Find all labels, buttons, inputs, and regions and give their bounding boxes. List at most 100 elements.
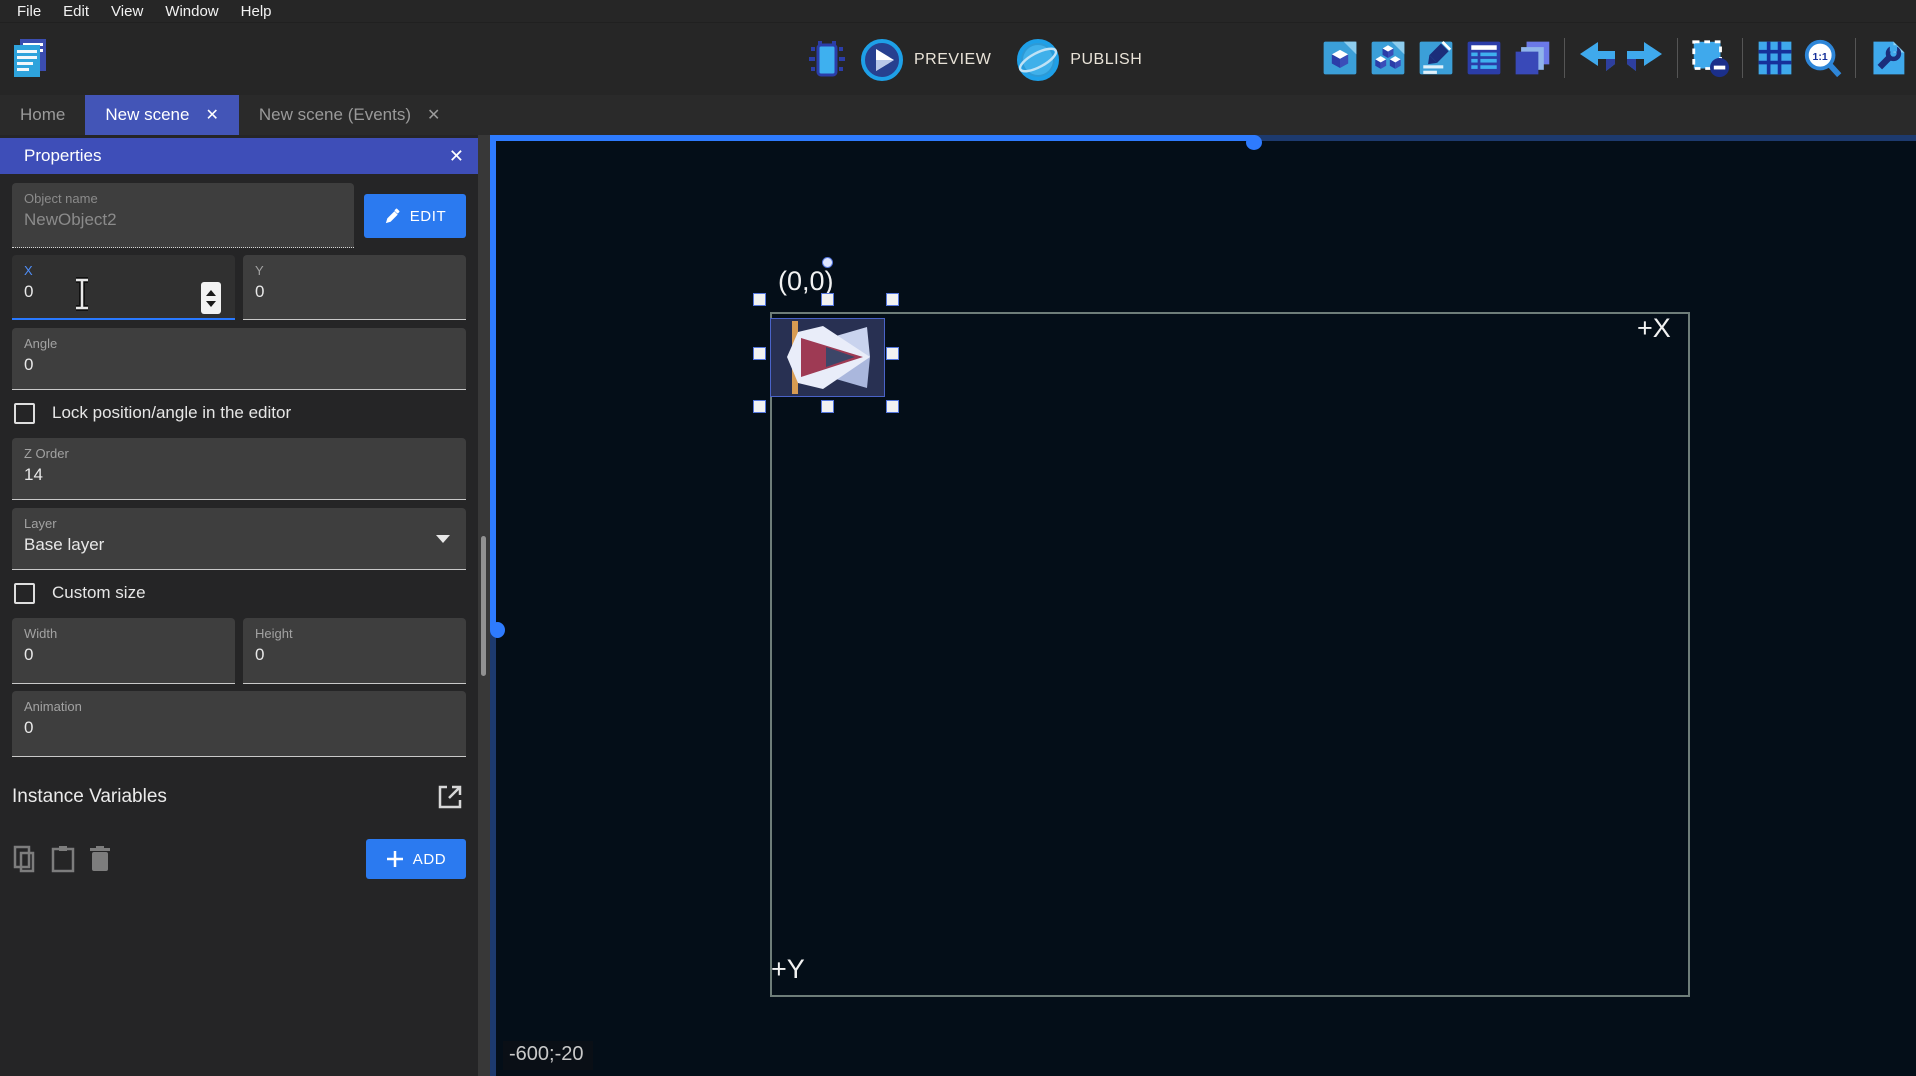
x-label: X (24, 263, 223, 279)
width-value[interactable]: 0 (24, 642, 223, 668)
plus-icon (386, 850, 404, 868)
object-groups-icon[interactable] (1366, 35, 1410, 81)
custom-size-checkbox[interactable] (14, 583, 35, 604)
open-in-new-icon[interactable] (436, 783, 464, 811)
add-variable-button[interactable]: ADD (366, 839, 466, 879)
play-icon (859, 37, 905, 83)
lock-position-label: Lock position/angle in the editor (52, 403, 291, 423)
tab-home[interactable]: Home (0, 95, 85, 135)
mouse-position-readout: -600;-20 (503, 1041, 593, 1070)
layer-select[interactable]: Layer Base layer (12, 508, 466, 570)
zoom-1-1-icon[interactable]: 1:1 (1801, 35, 1845, 81)
z-order-field[interactable]: Z Order 14 (12, 438, 466, 500)
instances-list-icon[interactable] (1462, 35, 1506, 81)
preview-button[interactable]: PREVIEW (859, 37, 1005, 83)
custom-size-row: Custom size (14, 580, 466, 606)
edit-object-button[interactable]: EDIT (364, 194, 466, 238)
resize-handle-top-left[interactable] (753, 293, 766, 306)
paste-icon[interactable] (50, 845, 76, 873)
resize-handle-top-right[interactable] (886, 293, 899, 306)
gdevelop-window: File Edit View Window Help (0, 0, 1916, 1076)
resize-handle-bottom-right[interactable] (886, 400, 899, 413)
canvas-horizontal-scrollbar[interactable] (490, 135, 1916, 141)
instance-variables-title: Instance Variables (12, 786, 167, 808)
resize-handle-top-center[interactable] (821, 293, 834, 306)
deselect-instances-icon[interactable] (1688, 35, 1732, 81)
pencil-icon (384, 208, 401, 225)
tab-new-scene[interactable]: New scene ✕ (85, 95, 239, 135)
layer-label: Layer (24, 516, 454, 532)
menu-bar: File Edit View Window Help (0, 0, 1916, 23)
resize-handle-bottom-center[interactable] (821, 400, 834, 413)
properties-panel-icon[interactable] (1414, 35, 1458, 81)
scene-properties-wrench-icon[interactable] (1866, 35, 1910, 81)
publish-label: PUBLISH (1070, 51, 1142, 69)
menu-edit[interactable]: Edit (52, 3, 100, 20)
animation-value[interactable]: 0 (24, 715, 454, 741)
object-name-label: Object name (24, 191, 342, 207)
x-position-field[interactable]: X 0 (12, 255, 235, 320)
debug-icon[interactable] (805, 37, 849, 83)
angle-value[interactable]: 0 (24, 352, 454, 378)
resize-handle-middle-left[interactable] (753, 347, 766, 360)
resize-handle-bottom-left[interactable] (753, 400, 766, 413)
tab-new-scene-events[interactable]: New scene (Events) ✕ (239, 95, 461, 135)
rotate-handle[interactable] (822, 257, 833, 268)
undo-icon[interactable] (1575, 35, 1619, 81)
y-value[interactable]: 0 (255, 279, 454, 305)
y-axis-label: +Y (771, 954, 805, 985)
angle-field[interactable]: Angle 0 (12, 328, 466, 390)
grid-icon[interactable] (1753, 35, 1797, 81)
layers-editor-icon[interactable] (1510, 35, 1554, 81)
width-label: Width (24, 626, 223, 642)
copy-icon[interactable] (12, 845, 38, 873)
canvas-vertical-scrollbar[interactable] (490, 135, 496, 1076)
custom-size-label: Custom size (52, 583, 146, 603)
svg-text:1:1: 1:1 (1813, 51, 1828, 63)
project-manager-icon[interactable] (8, 35, 52, 81)
width-field[interactable]: Width 0 (12, 618, 235, 684)
animation-field[interactable]: Animation 0 (12, 691, 466, 757)
tab-close-icon[interactable]: ✕ (205, 105, 218, 125)
h-scrollbar-thumb[interactable] (1246, 135, 1262, 150)
menu-window[interactable]: Window (154, 3, 229, 20)
toolbar-separator (1855, 38, 1856, 78)
layer-value: Base layer (24, 532, 454, 558)
objects-editor-icon[interactable] (1318, 35, 1362, 81)
resize-handle-middle-right[interactable] (886, 347, 899, 360)
tab-close-icon[interactable]: ✕ (427, 105, 440, 125)
scene-canvas[interactable]: (0,0) +X +Y (490, 135, 1916, 1076)
properties-close-icon[interactable]: ✕ (449, 146, 464, 167)
publish-globe-icon (1015, 37, 1061, 83)
z-order-value[interactable]: 14 (24, 462, 454, 488)
object-name-field: Object name NewObject2 (12, 183, 354, 248)
editor-tabs: Home New scene ✕ New scene (Events) ✕ (0, 95, 1916, 135)
menu-help[interactable]: Help (230, 3, 283, 20)
height-value[interactable]: 0 (255, 642, 454, 668)
height-label: Height (255, 626, 454, 642)
menu-view[interactable]: View (100, 3, 154, 20)
v-scrollbar-thumb[interactable] (490, 622, 505, 638)
menu-file[interactable]: File (6, 3, 52, 20)
panel-splitter[interactable] (478, 135, 490, 1076)
properties-panel: Properties ✕ Object name NewObject2 EDIT (0, 135, 478, 1076)
lock-position-checkbox[interactable] (14, 403, 35, 424)
publish-button[interactable]: PUBLISH (1015, 37, 1156, 83)
x-stepper[interactable] (201, 282, 221, 314)
redo-icon[interactable] (1623, 35, 1667, 81)
x-value[interactable]: 0 (24, 279, 223, 305)
y-label: Y (255, 263, 454, 279)
height-field[interactable]: Height 0 (243, 618, 466, 684)
stepper-up-icon[interactable] (206, 290, 216, 296)
selected-sprite-instance[interactable] (770, 318, 885, 397)
animation-label: Animation (24, 699, 454, 715)
trash-icon[interactable] (88, 845, 112, 873)
stepper-down-icon[interactable] (206, 301, 216, 307)
properties-header: Properties ✕ (0, 138, 478, 174)
chevron-down-icon[interactable] (436, 535, 450, 543)
y-position-field[interactable]: Y 0 (243, 255, 466, 320)
panel-scrollbar-thumb[interactable] (481, 536, 486, 676)
toolbar-separator (1742, 38, 1743, 78)
spaceship-sprite (771, 319, 884, 396)
z-order-label: Z Order (24, 446, 454, 462)
